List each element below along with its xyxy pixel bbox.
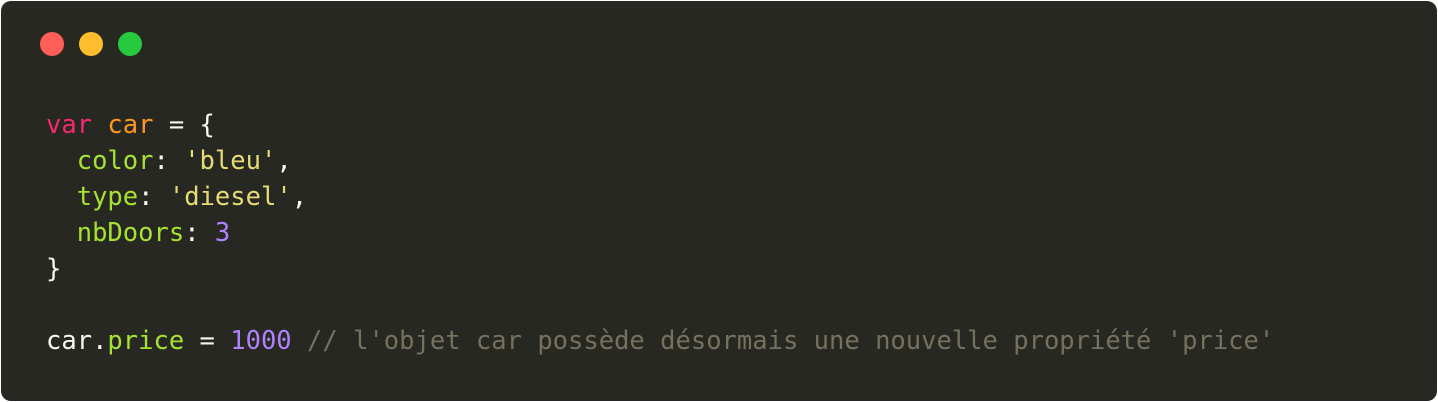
code-token-default: car <box>46 326 93 356</box>
code-token-string: 'bleu' <box>184 146 277 176</box>
code-token-default <box>292 326 307 356</box>
code-token-number: 1000 <box>230 326 292 356</box>
code-token-property: nbDoors <box>76 218 185 248</box>
code-token-variable: car <box>107 110 154 140</box>
zoom-button[interactable] <box>118 32 142 56</box>
code-block: var car = { color: 'bleu', type: 'diesel… <box>46 107 1274 359</box>
code-token-default: = { <box>153 110 215 140</box>
close-button[interactable] <box>40 32 64 56</box>
code-line: var car = { <box>46 107 1274 143</box>
code-window: var car = { color: 'bleu', type: 'diesel… <box>1 1 1437 401</box>
code-token-property: price <box>107 326 185 356</box>
code-token-default: , <box>276 146 292 176</box>
code-token-property: color <box>76 146 154 176</box>
code-line: nbDoors: 3 <box>46 215 1274 251</box>
code-token-number: 3 <box>214 218 231 248</box>
code-line: } <box>46 251 1274 287</box>
minimize-button[interactable] <box>79 32 103 56</box>
code-token-keyword: var <box>46 110 93 140</box>
code-token-default: : <box>184 218 215 248</box>
code-token-default: . <box>92 326 108 356</box>
code-token-default <box>46 182 77 212</box>
code-token-default: : <box>153 146 185 176</box>
code-line: car.price = 1000 // l'objet car possède … <box>46 323 1274 359</box>
code-line: type: 'diesel', <box>46 179 1274 215</box>
code-token-default: : <box>138 182 169 212</box>
window-controls <box>40 32 142 56</box>
code-token-default: = <box>184 326 231 356</box>
code-token-comment: // l'objet car possède désormais une nou… <box>307 326 1275 356</box>
code-token-default <box>92 110 107 140</box>
code-token-default <box>46 146 77 176</box>
code-token-property: type <box>76 182 139 212</box>
code-token-default: } <box>46 254 62 284</box>
code-token-string: 'diesel' <box>168 182 292 212</box>
code-line: color: 'bleu', <box>46 143 1274 179</box>
code-token-default <box>46 218 77 248</box>
code-token-default: , <box>291 182 308 212</box>
